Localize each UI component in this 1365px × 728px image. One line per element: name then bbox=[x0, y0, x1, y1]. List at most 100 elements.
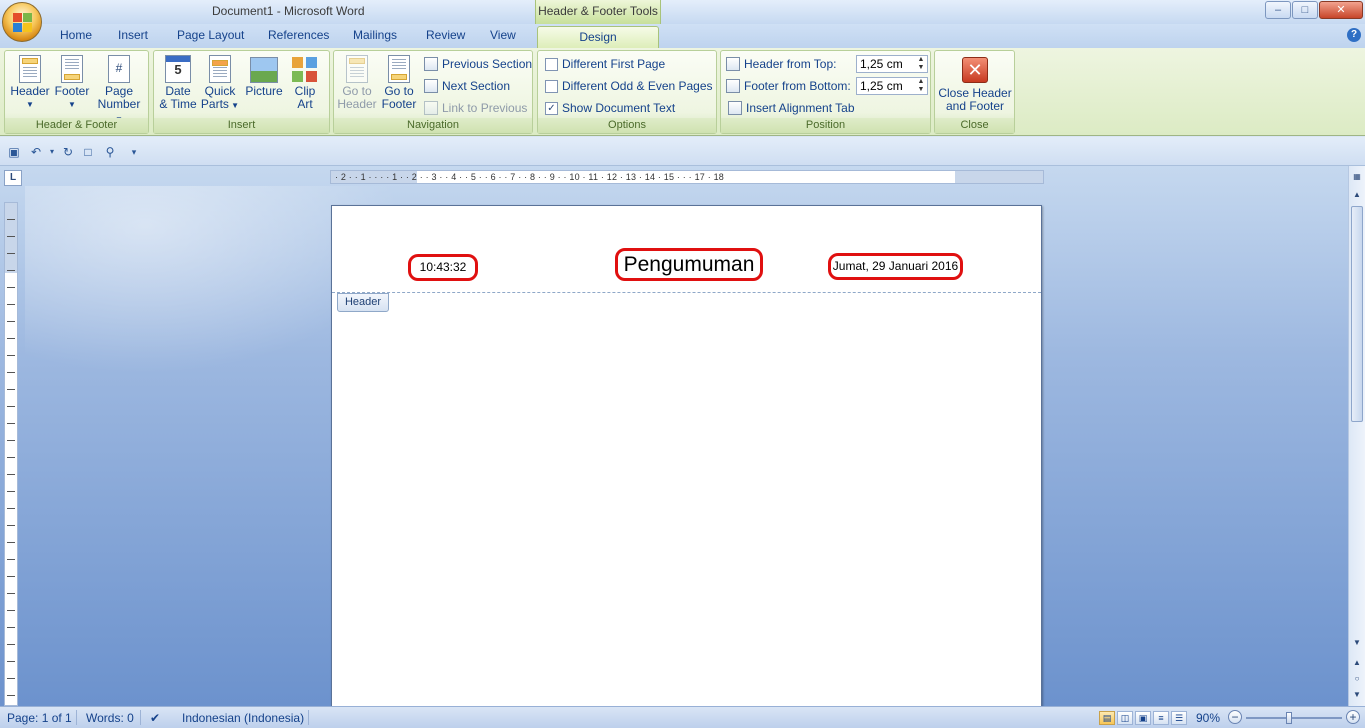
vertical-ruler[interactable] bbox=[4, 202, 18, 706]
group-header-footer: Header ▼ Footer ▼ # Page Number ▼ Header… bbox=[4, 50, 149, 134]
group-label-position: Position bbox=[721, 118, 930, 133]
ruler-toggle-icon[interactable]: ▦ bbox=[1350, 170, 1364, 184]
show-document-text-checkbox[interactable]: ✓ Show Document Text bbox=[545, 99, 675, 117]
header-footer-tools-label: Header & Footer Tools bbox=[535, 0, 661, 24]
zoom-slider[interactable] bbox=[1246, 717, 1342, 719]
checkbox-unchecked-icon bbox=[545, 79, 558, 93]
different-first-page-checkbox[interactable]: Different First Page bbox=[545, 55, 665, 73]
window-title: Document1 - Microsoft Word bbox=[212, 4, 365, 18]
picture-icon bbox=[250, 57, 278, 83]
checkbox-unchecked-icon bbox=[545, 57, 558, 71]
tab-design[interactable]: Design bbox=[537, 26, 659, 49]
footer-from-bottom-label: Footer from Bottom: bbox=[726, 77, 851, 95]
new-document-icon[interactable]: □ bbox=[80, 144, 96, 160]
spin-arrows-icon[interactable]: ▲ ▼ bbox=[915, 78, 927, 94]
save-icon[interactable]: ▣ bbox=[6, 144, 22, 160]
quick-parts-button[interactable]: Quick Parts ▼ bbox=[200, 53, 240, 112]
tab-selector-icon[interactable]: L bbox=[4, 170, 22, 186]
header-from-top-label: Header from Top: bbox=[726, 55, 837, 73]
tab-review[interactable]: Review bbox=[426, 28, 465, 42]
maximize-button[interactable]: □ bbox=[1292, 1, 1318, 19]
previous-section-button[interactable]: Previous Section bbox=[424, 55, 532, 73]
link-icon bbox=[424, 101, 438, 115]
tab-view[interactable]: View bbox=[490, 28, 516, 42]
word-count[interactable]: Words: 0 bbox=[86, 711, 134, 725]
web-layout-icon[interactable]: ▣ bbox=[1135, 711, 1151, 725]
group-label-options: Options bbox=[538, 118, 716, 133]
ribbon-tabs: Home Insert Page Layout References Maili… bbox=[0, 24, 1365, 49]
close-header-footer-button[interactable]: ✕ Close Header and Footer bbox=[937, 53, 1013, 113]
proofing-icon[interactable]: ✔ bbox=[150, 711, 160, 725]
previous-section-icon bbox=[424, 57, 438, 71]
group-label-insert: Insert bbox=[154, 118, 329, 133]
go-to-footer-button[interactable]: Go to Footer bbox=[378, 53, 420, 111]
go-to-footer-icon bbox=[388, 55, 410, 83]
tab-mailings[interactable]: Mailings bbox=[353, 28, 397, 42]
header-time-field[interactable]: 10:43:32 bbox=[408, 254, 478, 281]
header-from-top-input[interactable]: 1,25 cm ▲ ▼ bbox=[856, 55, 928, 73]
go-to-header-button[interactable]: Go to Header bbox=[336, 53, 378, 111]
group-navigation: Go to Header Go to Footer Previous Secti… bbox=[333, 50, 533, 134]
spin-arrows-icon[interactable]: ▲ ▼ bbox=[915, 56, 927, 72]
footer-from-bottom-input[interactable]: 1,25 cm ▲ ▼ bbox=[856, 77, 928, 95]
close-icon: ✕ bbox=[962, 57, 988, 83]
office-logo-icon bbox=[13, 13, 33, 33]
tab-insert[interactable]: Insert bbox=[118, 28, 148, 42]
insert-alignment-tab-button[interactable]: Insert Alignment Tab bbox=[728, 99, 855, 117]
ribbon: Header ▼ Footer ▼ # Page Number ▼ Header… bbox=[0, 48, 1365, 136]
header-button[interactable]: Header ▼ bbox=[9, 53, 51, 111]
browse-object-icon[interactable]: ○ bbox=[1350, 672, 1364, 686]
scroll-up-icon[interactable]: ▲ bbox=[1350, 188, 1364, 202]
picture-button[interactable]: Picture bbox=[242, 53, 286, 98]
calendar-clock-icon: 5 bbox=[165, 55, 191, 83]
document-page[interactable]: 10:43:32 Pengumuman Jumat, 29 Januari 20… bbox=[331, 205, 1042, 715]
group-label-navigation: Navigation bbox=[334, 118, 532, 133]
scroll-down-icon[interactable]: ▼ bbox=[1350, 636, 1364, 650]
previous-page-icon[interactable]: ▲ bbox=[1350, 656, 1364, 670]
zoom-out-icon[interactable]: − bbox=[1228, 710, 1242, 724]
title-bar: Document1 - Microsoft Word Header & Foot… bbox=[0, 0, 1365, 24]
tab-home[interactable]: Home bbox=[60, 28, 92, 42]
link-to-previous-button[interactable]: Link to Previous bbox=[424, 99, 527, 117]
scrollbar-thumb[interactable] bbox=[1351, 206, 1363, 422]
zoom-level[interactable]: 90% bbox=[1196, 711, 1220, 725]
outline-view-icon[interactable]: ≡ bbox=[1153, 711, 1169, 725]
alignment-tab-icon bbox=[728, 101, 742, 115]
date-time-button[interactable]: 5 Date & Time bbox=[158, 53, 198, 111]
group-position: Header from Top: 1,25 cm ▲ ▼ Footer from … bbox=[720, 50, 931, 134]
header-date-field[interactable]: Jumat, 29 Januari 2016 bbox=[828, 253, 963, 280]
draft-view-icon[interactable]: ☰ bbox=[1171, 711, 1187, 725]
undo-icon[interactable]: ↶ bbox=[28, 144, 44, 160]
print-layout-view-icon[interactable]: ▤ bbox=[1099, 711, 1115, 725]
close-window-button[interactable]: ✕ bbox=[1319, 1, 1363, 19]
customize-toolbar-icon[interactable]: ▾ bbox=[126, 144, 142, 160]
window-controls: – □ ✕ bbox=[1265, 1, 1363, 19]
header-separator bbox=[332, 292, 1041, 293]
clip-art-button[interactable]: Clip Art bbox=[288, 53, 322, 111]
help-icon[interactable]: ? bbox=[1347, 28, 1361, 42]
footer-button[interactable]: Footer ▼ bbox=[51, 53, 93, 111]
page-count[interactable]: Page: 1 of 1 bbox=[7, 711, 72, 725]
different-odd-even-checkbox[interactable]: Different Odd & Even Pages bbox=[545, 77, 713, 95]
undo-dropdown-icon[interactable]: ▾ bbox=[44, 144, 60, 160]
tab-page-layout[interactable]: Page Layout bbox=[177, 28, 244, 42]
horizontal-ruler[interactable]: · 2 · · 1 · · · · 1 · · 2 · · 3 · · 4 · … bbox=[330, 170, 1044, 184]
language-indicator[interactable]: Indonesian (Indonesia) bbox=[182, 711, 304, 725]
tab-references[interactable]: References bbox=[268, 28, 329, 42]
office-button[interactable] bbox=[2, 2, 42, 42]
page-number-button[interactable]: # Page Number ▼ bbox=[93, 53, 145, 126]
header-icon bbox=[19, 55, 41, 83]
print-preview-icon[interactable]: ⚲ bbox=[102, 144, 118, 160]
zoom-in-icon[interactable]: + bbox=[1346, 710, 1360, 724]
full-screen-reading-icon[interactable]: ◫ bbox=[1117, 711, 1133, 725]
next-page-icon[interactable]: ▼ bbox=[1350, 688, 1364, 702]
next-section-button[interactable]: Next Section bbox=[424, 77, 510, 95]
minimize-button[interactable]: – bbox=[1265, 1, 1291, 19]
redo-icon[interactable]: ↻ bbox=[60, 144, 76, 160]
header-title-text[interactable]: Pengumuman bbox=[615, 248, 763, 281]
vertical-scrollbar[interactable]: ▦ ▲ ▼ ▲ ○ ▼ bbox=[1348, 166, 1365, 706]
zoom-slider-thumb[interactable] bbox=[1286, 712, 1292, 724]
go-to-header-icon bbox=[346, 55, 368, 83]
status-bar: Page: 1 of 1 Words: 0 ✔ Indonesian (Indo… bbox=[0, 706, 1365, 728]
footer-position-icon bbox=[726, 79, 740, 93]
